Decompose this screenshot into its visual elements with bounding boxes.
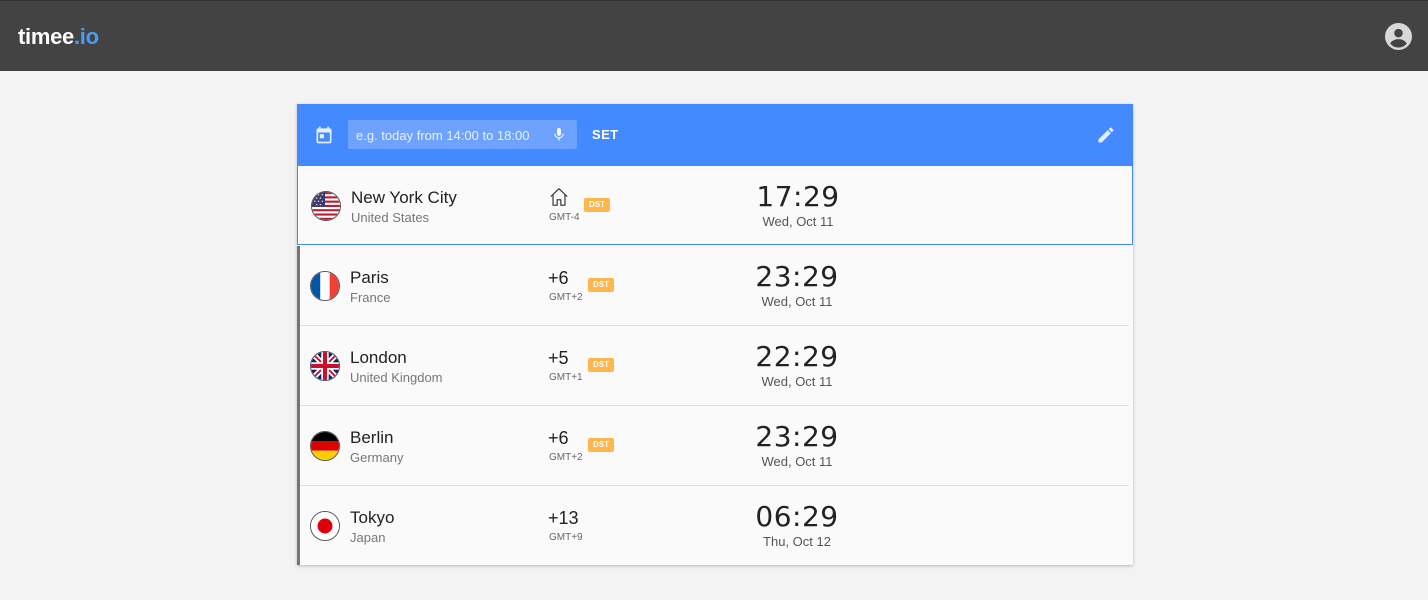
timezone-row[interactable]: Berlin Germany +6 GMT+2 DST 23:29 Wed, O… [297,406,1133,486]
timezone-row[interactable]: New York City United States GMT-4 DST 17… [297,165,1133,245]
dst-badge: DST [588,278,614,292]
local-date: Wed, Oct 11 [761,454,833,469]
local-date: Wed, Oct 11 [761,294,833,309]
country-name: United States [351,210,430,225]
time-range-toolbar: SET [297,104,1133,165]
de-flag-icon [310,431,340,461]
local-date: Wed, Oct 11 [761,374,833,389]
dst-badge: DST [584,198,610,212]
account-circle-icon[interactable] [1385,23,1412,50]
home-icon [548,186,570,208]
country-name: France [350,290,391,305]
local-time: 06:29 [755,500,839,533]
time-range-input[interactable] [354,120,551,151]
country-name: United Kingdom [350,370,443,385]
set-button[interactable]: SET [592,127,618,142]
hour-difference: +13 [548,508,579,528]
microphone-icon[interactable] [551,126,567,143]
time-range-search [348,120,577,151]
timezone-row[interactable]: London United Kingdom +5 GMT+1 DST 22:29… [297,326,1133,406]
local-date: Thu, Oct 12 [763,534,831,549]
hour-difference: +6 [548,428,569,448]
pencil-icon[interactable] [1096,125,1116,145]
city-name: New York City [351,188,457,207]
timezone-card: SET New York [297,104,1133,565]
calendar-icon[interactable] [314,125,334,145]
fr-flag-icon [310,271,340,301]
top-app-bar: timee.io [0,0,1428,71]
city-name: London [350,348,407,367]
local-time: 22:29 [755,340,839,373]
dst-badge: DST [588,358,614,372]
gmt-offset: GMT+2 [549,452,583,463]
gmt-offset: GMT+1 [549,372,583,383]
timezone-row[interactable]: Paris France +6 GMT+2 DST 23:29 Wed, Oct… [297,246,1133,326]
gmt-offset: GMT+2 [549,292,583,303]
local-time: 17:29 [756,180,840,213]
city-name: Berlin [350,428,394,447]
brand-accent: .io [73,24,99,49]
country-name: Germany [350,450,404,465]
hour-difference: +5 [548,348,569,368]
country-name: Japan [350,530,386,545]
city-name: Tokyo [350,508,395,527]
hour-difference: +6 [548,268,569,288]
timezone-row[interactable]: Tokyo Japan +13 GMT+9 06:29 Thu, Oct 12 [297,486,1133,565]
local-date: Wed, Oct 11 [762,214,834,229]
city-name: Paris [350,268,389,287]
gmt-offset: GMT-4 [549,212,580,223]
dst-badge: DST [588,438,614,452]
brand-logo[interactable]: timee.io [18,24,99,50]
brand-name: timee [18,24,74,49]
local-time: 23:29 [755,420,839,453]
us-flag-icon [311,191,341,221]
local-time: 23:29 [755,260,839,293]
gb-flag-icon [310,351,340,381]
jp-flag-icon [310,511,340,541]
gmt-offset: GMT+9 [549,532,583,543]
